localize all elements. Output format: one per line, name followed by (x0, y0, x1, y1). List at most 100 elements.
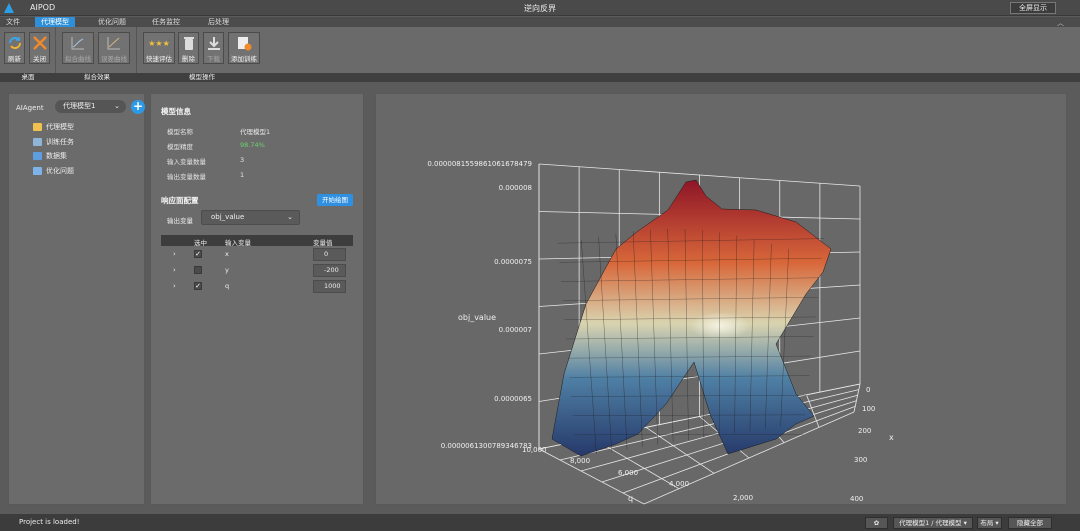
input-count-value: 3 (240, 156, 245, 164)
tab-file[interactable]: 文件 (0, 17, 26, 27)
add-training-button[interactable]: 添加训练 (228, 32, 260, 64)
x-tick-label: 200 (858, 427, 871, 435)
group-label-model-ops: 模型操作 (189, 73, 215, 81)
z-axis-title: obj_value (458, 313, 496, 322)
quick-eval-button[interactable]: ★★★ 快速评估 (143, 32, 175, 64)
q-tick-label: 10,000 (522, 446, 547, 454)
window-title: 逆向反界 (524, 4, 556, 13)
output-count-value: 1 (240, 171, 245, 179)
left-panel: AIAgent 代理模型1 ⌄ + 代理模型 训练任务 数据集 优化问题 (8, 93, 145, 505)
agent-label: AIAgent (16, 104, 44, 112)
start-plot-button[interactable]: 开始绘图 (317, 194, 353, 206)
close-icon (31, 35, 49, 51)
tab-postprocess[interactable]: 后处理 (202, 17, 235, 27)
optimize-icon (33, 167, 42, 175)
model-accuracy-value: 98.74% (240, 141, 265, 149)
error-curve-button[interactable]: 误差曲线 (98, 32, 130, 64)
ribbon-group-model-ops: ★★★ 快速评估 删除 下载 添加训练 (138, 27, 266, 74)
tree-item-optimization[interactable]: 优化问题 (33, 166, 74, 176)
chevron-right-icon[interactable]: › (173, 266, 176, 274)
row-checkbox[interactable]: ✓ (194, 282, 202, 290)
gear-icon: ✿ (873, 519, 880, 527)
task-icon (33, 138, 42, 146)
table-row: › ✓ x 0 (161, 247, 353, 263)
status-bar: Project is loaded! ✿ 代理模型1 / 代理模型 ▾ 布局 ▾… (0, 514, 1080, 531)
z-tick-label: 0.0000061300789346783 (441, 442, 532, 450)
output-count-label: 输出变量数量 (167, 173, 206, 181)
var-value-input[interactable]: -200 (313, 264, 346, 277)
settings-button[interactable]: ✿ (865, 517, 888, 529)
row-checkbox[interactable] (194, 266, 202, 274)
download-icon (205, 35, 223, 51)
x-axis-title: x (889, 433, 894, 442)
ribbon-group-desktop: 刷新 关闭 (0, 27, 56, 74)
fit-curve-icon (69, 35, 87, 51)
tree-item-dataset[interactable]: 数据集 (33, 151, 67, 161)
tree-item-surrogate[interactable]: 代理模型 (33, 122, 74, 132)
output-var-select[interactable]: obj_value ⌄ (201, 210, 300, 225)
chevron-down-icon: ⌄ (287, 213, 293, 221)
folder-icon (33, 123, 42, 131)
download-button[interactable]: 下载 (203, 32, 224, 64)
error-curve-icon (105, 35, 123, 51)
tree-item-training[interactable]: 训练任务 (33, 137, 74, 147)
q-tick-label: 8,000 (570, 457, 590, 465)
x-tick-label: 0 (866, 386, 870, 394)
table-row: › ✓ q 1000 (161, 279, 353, 295)
title-bar: AIPOD 逆向反界 全屏显示 (0, 0, 1080, 16)
group-label-desktop: 桌面 (21, 73, 35, 81)
model-path-dropdown[interactable]: 代理模型1 / 代理模型 ▾ (893, 517, 973, 529)
trash-icon (180, 35, 198, 51)
col-input-var: 输入变量 (225, 239, 251, 247)
var-value-input[interactable]: 1000 (313, 280, 346, 293)
table-header: 选中 输入变量 变量值 (161, 235, 353, 247)
z-tick-label: 0.0000081559861061678479 (427, 160, 532, 168)
tab-optimization[interactable]: 优化问题 (92, 17, 132, 27)
grid-line (853, 383, 861, 413)
q-tick-label: 6,000 (618, 469, 638, 477)
refresh-icon (6, 35, 24, 51)
z-tick-label: 0.0000065 (494, 395, 532, 403)
layout-dropdown[interactable]: 布局 ▾ (977, 517, 1002, 529)
tab-surrogate-model[interactable]: 代理模型 (35, 17, 75, 27)
close-button[interactable]: 关闭 (29, 32, 50, 64)
status-message: Project is loaded! (19, 518, 80, 526)
output-var-label: 输出变量 (167, 217, 193, 225)
ribbon: 刷新 关闭 拟合曲线 误差曲线 ★★★ 快速评估 删除 下载 添加训练 (0, 27, 1080, 74)
delete-button[interactable]: 删除 (178, 32, 199, 64)
x-tick-label: 100 (862, 405, 875, 413)
col-selected: 选中 (194, 239, 207, 247)
dataset-icon (33, 152, 42, 160)
fit-curve-button[interactable]: 拟合曲线 (62, 32, 94, 64)
x-tick-label: 300 (854, 456, 867, 464)
add-agent-button[interactable]: + (131, 100, 145, 114)
response-config-title: 响应面配置 (161, 196, 199, 205)
tab-task-monitor[interactable]: 任务监控 (146, 17, 186, 27)
chevron-right-icon[interactable]: › (173, 250, 176, 258)
stars-icon: ★★★ (148, 38, 170, 48)
group-label-fit: 拟合效果 (84, 73, 110, 81)
refresh-button[interactable]: 刷新 (4, 32, 25, 64)
fullscreen-button[interactable]: 全屏显示 (1010, 2, 1056, 14)
surface-fill (551, 179, 832, 457)
q-tick-label: 4,000 (669, 480, 689, 488)
z-tick-label: 0.000007 (499, 326, 532, 334)
ribbon-group-fit: 拟合曲线 误差曲线 (57, 27, 137, 74)
surface-plot[interactable]: 0.0000081559861061678479 0.000008 0.000007… (376, 94, 1068, 506)
surface-mesh (551, 179, 832, 457)
hide-all-button[interactable]: 隐藏全部 (1008, 517, 1052, 529)
surface-highlight (690, 312, 750, 340)
row-checkbox[interactable]: ✓ (194, 250, 202, 258)
var-value-input[interactable]: 0 (313, 248, 346, 261)
q-tick-label: 2,000 (733, 494, 753, 502)
chevron-down-icon: ⌄ (114, 102, 120, 110)
model-info-title: 模型信息 (161, 107, 191, 116)
config-panel: 模型信息 模型名称 代理模型1 模型精度 98.74% 输入变量数量 3 输出变… (150, 93, 364, 505)
chevron-right-icon[interactable]: › (173, 282, 176, 290)
input-count-label: 输入变量数量 (167, 158, 206, 166)
x-tick-label: 400 (850, 495, 863, 503)
model-name-value: 代理模型1 (240, 128, 271, 136)
model-accuracy-label: 模型精度 (167, 143, 193, 151)
ribbon-group-labels: 桌面 拟合效果 模型操作 (0, 73, 1080, 82)
agent-select[interactable]: 代理模型1 ⌄ (55, 100, 126, 113)
